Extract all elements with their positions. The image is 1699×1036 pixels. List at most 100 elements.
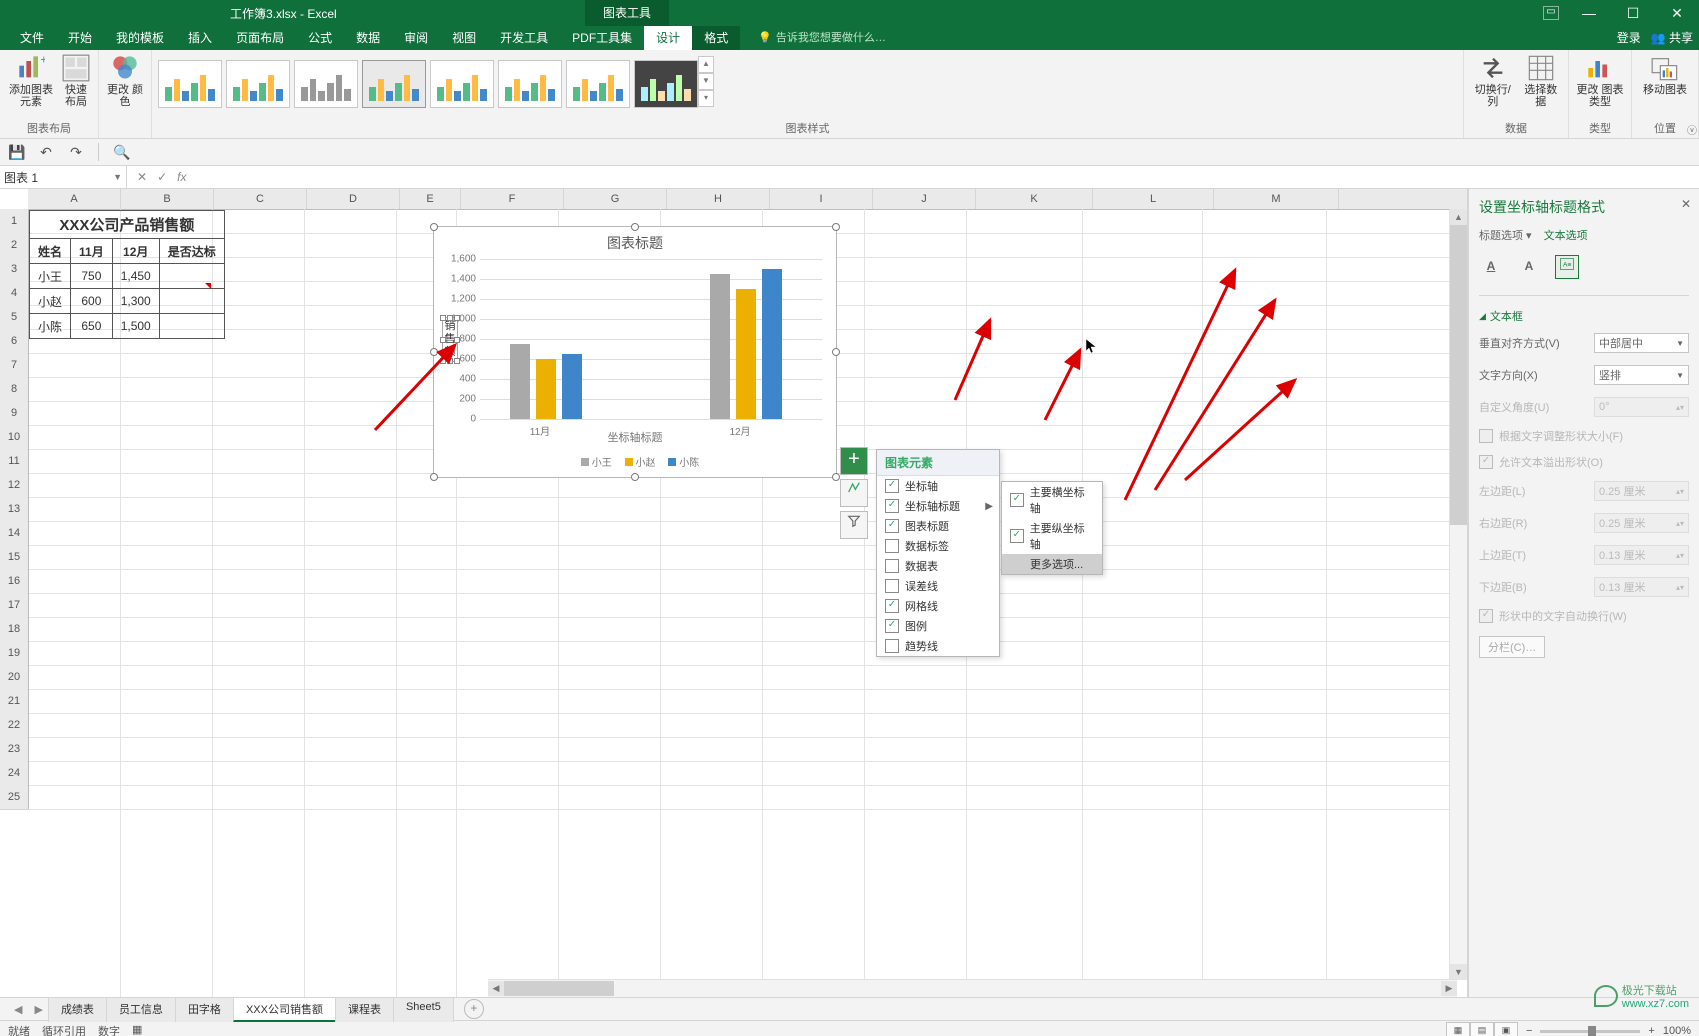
- collapse-ribbon-button[interactable]: ⓥ: [1687, 122, 1697, 137]
- redo-icon[interactable]: ↷: [68, 144, 84, 160]
- view-normal-icon[interactable]: ▦: [1446, 1022, 1470, 1036]
- print-preview-icon[interactable]: 🔍: [113, 144, 129, 160]
- tab-review[interactable]: 审阅: [392, 26, 440, 50]
- zoom-slider[interactable]: [1540, 1030, 1640, 1033]
- checkbox-icon[interactable]: [885, 579, 899, 593]
- vertical-scrollbar[interactable]: ▲▼: [1449, 209, 1467, 980]
- chart-element-item[interactable]: 趋势线: [877, 636, 999, 656]
- zoom-in-button[interactable]: +: [1648, 1025, 1654, 1036]
- text-options-link[interactable]: 文本选项: [1544, 227, 1588, 243]
- sheet-tab[interactable]: 成绩表: [48, 997, 107, 1022]
- row-header-10[interactable]: 10: [0, 425, 29, 450]
- sheet-nav-next-icon[interactable]: ▶: [28, 1003, 48, 1016]
- tab-page-layout[interactable]: 页面布局: [224, 26, 296, 50]
- col-header-K[interactable]: K: [976, 189, 1093, 209]
- share-button[interactable]: 👥 共享: [1651, 26, 1693, 50]
- tab-pdf[interactable]: PDF工具集: [560, 26, 644, 50]
- text-effects-icon[interactable]: A: [1517, 255, 1541, 279]
- chart-style-1[interactable]: [158, 60, 222, 108]
- fill-effects-icon[interactable]: A: [1479, 255, 1503, 279]
- maximize-button[interactable]: ☐: [1611, 0, 1655, 26]
- tab-view[interactable]: 视图: [440, 26, 488, 50]
- row-header-23[interactable]: 23: [0, 737, 29, 762]
- col-header-D[interactable]: D: [307, 189, 400, 209]
- bar-12月-小陈[interactable]: [762, 269, 782, 419]
- col-header-G[interactable]: G: [564, 189, 667, 209]
- checkbox-icon[interactable]: ✓: [1010, 529, 1024, 543]
- chart-element-item[interactable]: 数据标签: [877, 536, 999, 556]
- col-header-B[interactable]: B: [121, 189, 214, 209]
- bar-11月-小王[interactable]: [510, 344, 530, 419]
- cancel-formula-icon[interactable]: ✕: [137, 170, 147, 184]
- worksheet-grid[interactable]: ABCDEFGHIJKLM 12345678910111213141516171…: [0, 189, 1468, 997]
- chart-element-item[interactable]: 数据表: [877, 556, 999, 576]
- row-header-22[interactable]: 22: [0, 713, 29, 738]
- checkbox-icon[interactable]: ✓: [885, 479, 899, 493]
- chart-legend[interactable]: 小王 小赵 小陈: [434, 454, 836, 469]
- sheet-tab[interactable]: XXX公司销售额: [233, 997, 336, 1022]
- row-header-24[interactable]: 24: [0, 761, 29, 786]
- text-direction-select[interactable]: 竖排▼: [1594, 365, 1689, 385]
- row-header-14[interactable]: 14: [0, 521, 29, 546]
- tell-me[interactable]: 💡告诉我您想要做什么…: [758, 26, 886, 50]
- switch-rowcol-button[interactable]: 切换行/列: [1470, 54, 1515, 108]
- col-header-A[interactable]: A: [28, 189, 121, 209]
- row-header-12[interactable]: 12: [0, 473, 29, 498]
- fx-icon[interactable]: fx: [177, 170, 186, 184]
- scroll-more-icon[interactable]: ▾: [698, 90, 714, 107]
- bar-12月-小赵[interactable]: [736, 289, 756, 419]
- comment-indicator-icon[interactable]: [205, 283, 211, 289]
- select-data-button[interactable]: 选择数据: [1519, 54, 1562, 108]
- submenu-item[interactable]: ✓主要横坐标轴: [1002, 482, 1102, 518]
- row-header-8[interactable]: 8: [0, 377, 29, 402]
- column-headers[interactable]: ABCDEFGHIJKLM: [28, 189, 1467, 210]
- chart-style-6[interactable]: [498, 60, 562, 108]
- horizontal-scrollbar[interactable]: ◀▶: [488, 979, 1457, 997]
- chart-filters-button[interactable]: [840, 511, 868, 539]
- checkbox-icon[interactable]: ✓: [885, 499, 899, 513]
- name-box[interactable]: 图表 1 ▼: [0, 166, 127, 188]
- add-chart-element-button[interactable]: + 添加图表 元素: [6, 54, 56, 108]
- view-page-layout-icon[interactable]: ▤: [1470, 1022, 1494, 1036]
- row-header-16[interactable]: 16: [0, 569, 29, 594]
- chart-element-item[interactable]: ✓图表标题: [877, 516, 999, 536]
- tab-insert[interactable]: 插入: [176, 26, 224, 50]
- change-chart-type-button[interactable]: 更改 图表类型: [1575, 54, 1625, 108]
- tab-formulas[interactable]: 公式: [296, 26, 344, 50]
- view-page-break-icon[interactable]: ▣: [1494, 1022, 1518, 1036]
- row-header-4[interactable]: 4: [0, 281, 29, 306]
- add-sheet-button[interactable]: +: [464, 999, 484, 1019]
- row-header-19[interactable]: 19: [0, 641, 29, 666]
- row-header-5[interactable]: 5: [0, 305, 29, 330]
- checkbox-icon[interactable]: ✓: [885, 599, 899, 613]
- tab-format[interactable]: 格式: [692, 26, 740, 50]
- chart-style-3[interactable]: [294, 60, 358, 108]
- row-header-9[interactable]: 9: [0, 401, 29, 426]
- row-header-3[interactable]: 3: [0, 257, 29, 282]
- close-button[interactable]: ✕: [1655, 0, 1699, 26]
- ribbon-display-icon[interactable]: ▭: [1543, 6, 1559, 20]
- undo-icon[interactable]: ↶: [38, 144, 54, 160]
- col-header-I[interactable]: I: [770, 189, 873, 209]
- row-header-20[interactable]: 20: [0, 665, 29, 690]
- col-header-C[interactable]: C: [214, 189, 307, 209]
- chart-styles-button[interactable]: [840, 479, 868, 507]
- change-colors-button[interactable]: 更改 颜色: [105, 54, 145, 108]
- row-header-15[interactable]: 15: [0, 545, 29, 570]
- chart-element-item[interactable]: ✓网格线: [877, 596, 999, 616]
- row-header-1[interactable]: 1: [0, 209, 29, 234]
- row-header-25[interactable]: 25: [0, 785, 29, 810]
- tab-file[interactable]: 文件: [8, 26, 56, 50]
- checkbox-icon[interactable]: ✓: [885, 519, 899, 533]
- style-gallery-scroll[interactable]: ▲ ▼ ▾: [698, 56, 714, 107]
- minimize-button[interactable]: —: [1567, 0, 1611, 26]
- title-options-link[interactable]: 标题选项 ▾: [1479, 227, 1532, 243]
- col-header-E[interactable]: E: [400, 189, 461, 209]
- tab-data[interactable]: 数据: [344, 26, 392, 50]
- chart-style-8[interactable]: [634, 60, 698, 108]
- textbox-icon[interactable]: A≡: [1555, 255, 1579, 279]
- row-header-17[interactable]: 17: [0, 593, 29, 618]
- sheet-tab[interactable]: 员工信息: [106, 997, 176, 1022]
- tab-home[interactable]: 开始: [56, 26, 104, 50]
- zoom-level[interactable]: 100%: [1663, 1025, 1691, 1036]
